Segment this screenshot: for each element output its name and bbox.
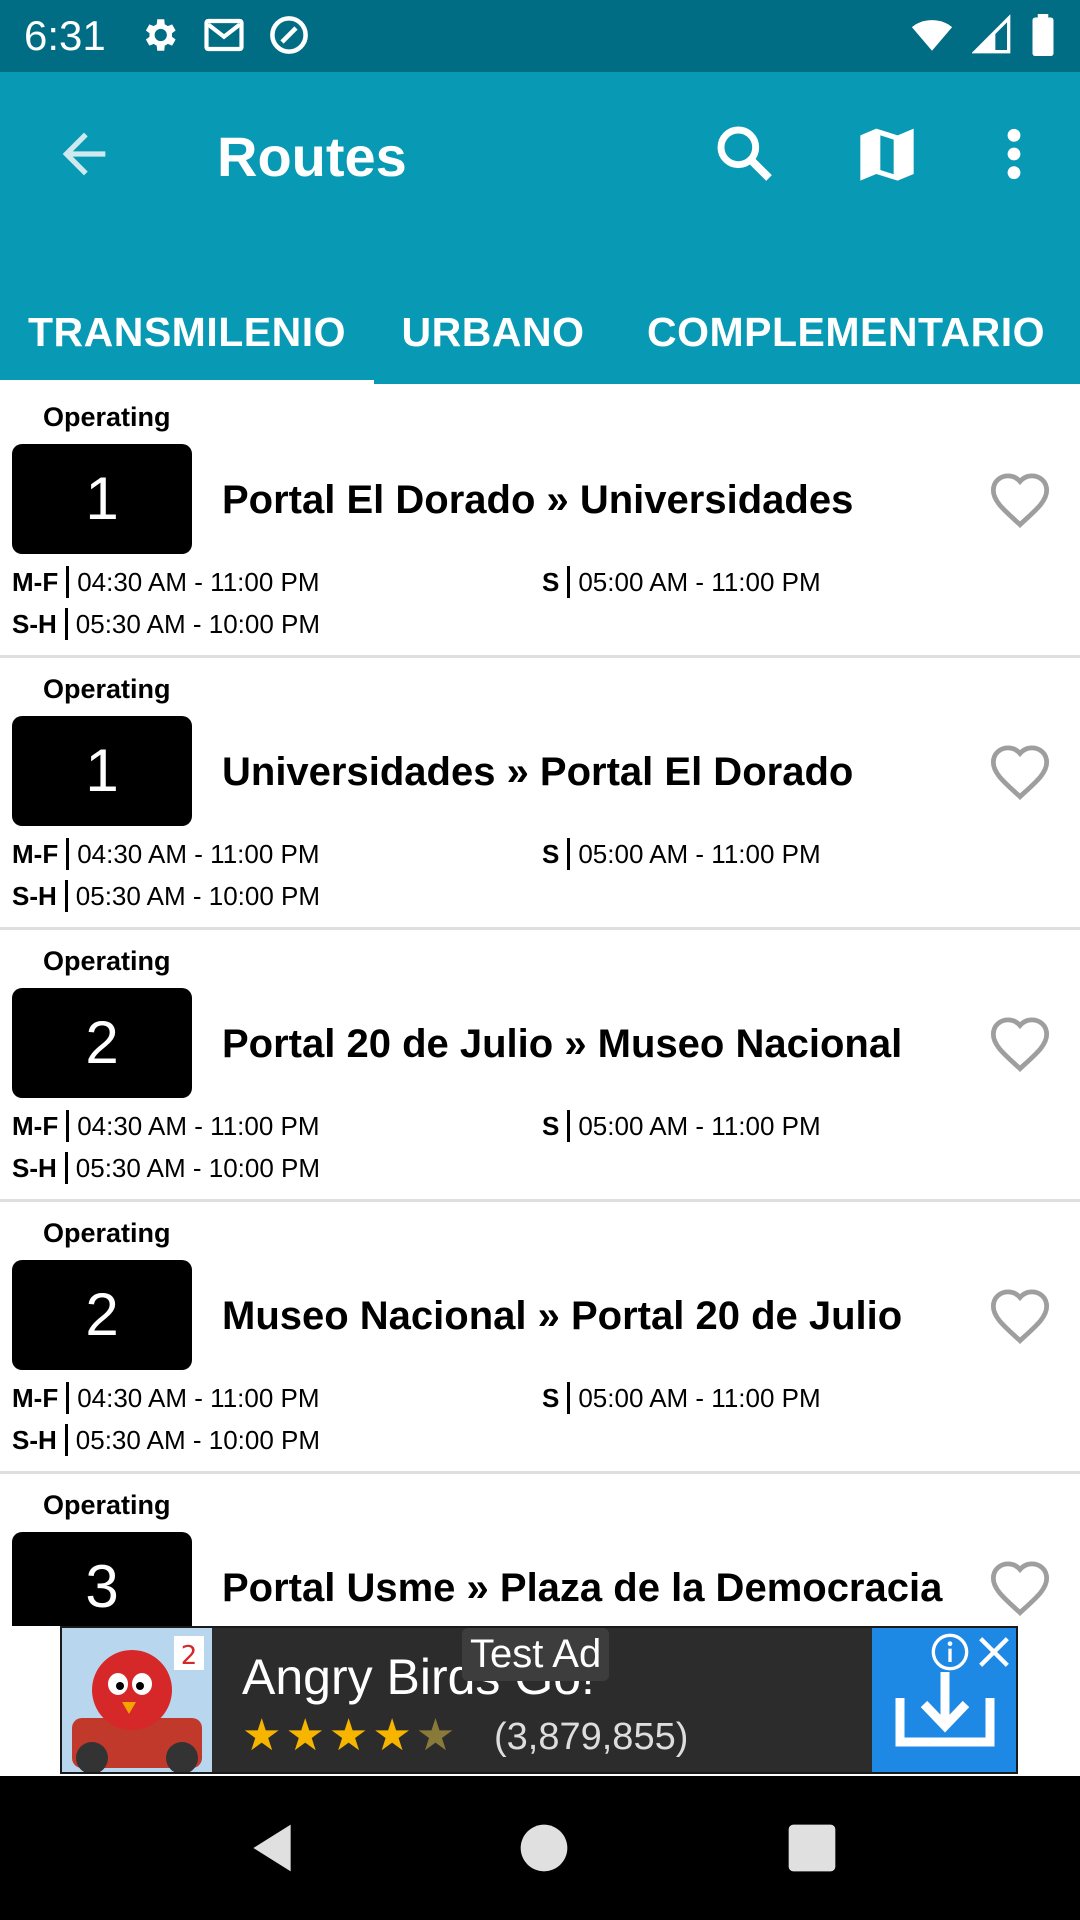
list-item[interactable]: Operating 2 Portal 20 de Julio » Museo N…	[0, 930, 1080, 1202]
system-nav-bar	[0, 1776, 1080, 1920]
schedule-weekdays: M-F 04:30 AM - 11:00 PM	[12, 566, 320, 598]
route-name: Portal El Dorado » Universidades	[222, 478, 854, 522]
route-status: Operating	[43, 946, 171, 976]
list-item[interactable]: Operating 1 Portal El Dorado » Universid…	[0, 386, 1080, 658]
route-status: Operating	[43, 1218, 171, 1248]
ad-area: 2 Angry Birds Go! ★★★★★ (3,879,855) Test…	[0, 1626, 1080, 1776]
test-ad-label: Test Ad	[462, 1628, 610, 1681]
route-name: Universidades » Portal El Dorado	[222, 750, 854, 794]
route-status: Operating	[43, 1490, 171, 1520]
favorite-heart-icon[interactable]	[988, 1014, 1052, 1078]
schedule-weekdays: M-F 04:30 AM - 11:00 PM	[12, 1110, 320, 1142]
route-number-badge: 1	[12, 716, 192, 826]
list-item[interactable]: Operating 1 Universidades » Portal El Do…	[0, 658, 1080, 930]
gear-icon	[138, 14, 180, 56]
ad-rating-stars: ★★★★★	[242, 1711, 460, 1760]
schedule-saturday: S 05:00 AM - 11:00 PM	[542, 1110, 821, 1142]
route-number-badge: 3	[12, 1532, 192, 1626]
ad-rating-count: (3,879,855)	[494, 1716, 689, 1758]
battery-icon	[1030, 14, 1056, 56]
route-name: Museo Nacional » Portal 20 de Julio	[222, 1294, 903, 1338]
at-sign-icon	[268, 14, 310, 56]
map-icon[interactable]	[855, 122, 919, 186]
ad-banner[interactable]: 2 Angry Birds Go! ★★★★★ (3,879,855) Test…	[60, 1626, 1018, 1774]
status-bar: 6:31	[0, 0, 1080, 72]
nav-recents-icon[interactable]	[784, 1820, 840, 1876]
more-vert-icon[interactable]	[1000, 122, 1028, 186]
schedule-saturday: S 05:00 AM - 11:00 PM	[542, 566, 821, 598]
list-item[interactable]: Operating 3 Portal Usme » Plaza de la De…	[0, 1474, 1080, 1626]
wifi-icon	[910, 14, 954, 56]
route-number-badge: 2	[12, 988, 192, 1098]
nav-home-icon[interactable]	[516, 1820, 572, 1876]
status-time: 6:31	[24, 12, 106, 59]
route-status: Operating	[43, 402, 171, 432]
route-status: Operating	[43, 674, 171, 704]
tab-urbano[interactable]: URBANO	[374, 280, 612, 384]
route-number-badge: 2	[12, 1260, 192, 1370]
list-item[interactable]: Operating 2 Museo Nacional » Portal 20 d…	[0, 1202, 1080, 1474]
ad-info-icon[interactable]	[930, 1632, 970, 1672]
schedule-sunday-holiday: S-H 05:30 AM - 10:00 PM	[12, 608, 321, 640]
schedule-weekdays: M-F 04:30 AM - 11:00 PM	[12, 838, 320, 870]
route-name: Portal 20 de Julio » Museo Nacional	[222, 1022, 903, 1066]
schedule-saturday: S 05:00 AM - 11:00 PM	[542, 1382, 821, 1414]
route-name: Portal Usme » Plaza de la Democracia	[222, 1566, 943, 1610]
schedule-weekdays: M-F 04:30 AM - 11:00 PM	[12, 1382, 320, 1414]
tab-transmilenio[interactable]: TRANSMILENIO	[0, 280, 374, 384]
schedule-sunday-holiday: S-H 05:30 AM - 10:00 PM	[12, 1152, 321, 1184]
search-icon[interactable]	[713, 122, 777, 186]
gmail-icon	[202, 14, 246, 56]
svg-text:2: 2	[181, 1641, 198, 1671]
route-list[interactable]: Operating 1 Portal El Dorado » Universid…	[0, 386, 1080, 1626]
nav-back-icon[interactable]	[244, 1820, 300, 1876]
route-number-badge: 1	[12, 444, 192, 554]
app-bar: Routes TRANSMILENIO URBANO COMPLEMENTARI…	[0, 72, 1080, 384]
signal-icon	[972, 14, 1012, 56]
favorite-heart-icon[interactable]	[988, 742, 1052, 806]
ad-close-icon[interactable]	[974, 1632, 1014, 1672]
ad-app-image[interactable]: 2	[62, 1628, 212, 1772]
schedule-sunday-holiday: S-H 05:30 AM - 10:00 PM	[12, 880, 321, 912]
back-arrow-icon[interactable]	[52, 122, 116, 186]
favorite-heart-icon[interactable]	[988, 1558, 1052, 1622]
tab-complementario[interactable]: COMPLEMENTARIO	[612, 280, 1080, 384]
favorite-heart-icon[interactable]	[988, 1286, 1052, 1350]
page-title: Routes	[217, 125, 407, 188]
schedule-sunday-holiday: S-H 05:30 AM - 10:00 PM	[12, 1424, 321, 1456]
favorite-heart-icon[interactable]	[988, 470, 1052, 534]
schedule-saturday: S 05:00 AM - 11:00 PM	[542, 838, 821, 870]
tab-bar: TRANSMILENIO URBANO COMPLEMENTARIO	[0, 280, 1080, 384]
